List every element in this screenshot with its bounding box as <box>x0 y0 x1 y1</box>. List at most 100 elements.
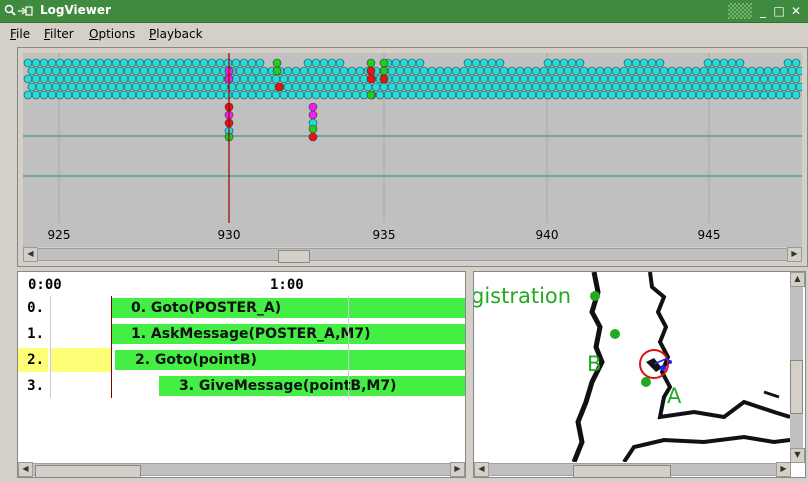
event-dot[interactable] <box>223 58 233 68</box>
event-dot[interactable] <box>55 90 65 100</box>
event-dot[interactable] <box>663 90 673 100</box>
waypoint[interactable] <box>641 377 651 387</box>
event-dot[interactable] <box>331 66 341 76</box>
event-dot[interactable] <box>611 82 621 92</box>
event-dot[interactable] <box>207 90 217 100</box>
scroll-right-arrow-icon[interactable]: ▶ <box>787 247 802 262</box>
event-dot[interactable] <box>391 90 401 100</box>
event-dot[interactable] <box>575 74 585 84</box>
event-dot[interactable] <box>759 74 769 84</box>
event-dot[interactable] <box>87 74 97 84</box>
scroll-thumb[interactable] <box>35 465 141 478</box>
event-dot[interactable] <box>259 66 269 76</box>
event-dot[interactable] <box>531 82 541 92</box>
event-dot[interactable] <box>679 90 689 100</box>
event-dot[interactable] <box>143 58 153 68</box>
event-dot[interactable] <box>415 58 425 68</box>
event-dot[interactable] <box>511 90 521 100</box>
event-dot[interactable] <box>335 58 345 68</box>
event-dot[interactable] <box>755 66 765 76</box>
event-dot[interactable] <box>607 90 617 100</box>
event-dot[interactable] <box>691 82 701 92</box>
event-dot[interactable] <box>191 58 201 68</box>
event-dot[interactable] <box>135 58 145 68</box>
event-dot[interactable] <box>727 58 737 68</box>
event-dot[interactable] <box>59 82 69 92</box>
event-dot[interactable] <box>583 74 593 84</box>
event-dot[interactable] <box>159 74 169 84</box>
event-dot[interactable] <box>111 74 121 84</box>
event-dot[interactable] <box>351 74 361 84</box>
event-dot[interactable] <box>583 90 593 100</box>
event-dot[interactable] <box>443 66 453 76</box>
event-dot[interactable] <box>291 82 301 92</box>
scroll-down-arrow-icon[interactable]: ▼ <box>790 448 805 463</box>
task-row[interactable]: 0. 0. Goto(POSTER_A) <box>18 296 465 320</box>
event-dot[interactable] <box>667 82 677 92</box>
event-dot[interactable] <box>791 74 801 84</box>
timeline-scrollbar[interactable]: ◀ ▶ <box>23 247 802 263</box>
event-dot[interactable] <box>787 82 797 92</box>
event-dot[interactable] <box>71 74 81 84</box>
event-dot[interactable] <box>27 66 37 76</box>
event-dot[interactable] <box>315 82 325 92</box>
event-dot[interactable] <box>311 90 321 100</box>
event-dot[interactable] <box>519 74 529 84</box>
event-dot[interactable] <box>551 58 561 68</box>
event-dot[interactable] <box>308 132 318 142</box>
event-dot[interactable] <box>47 90 57 100</box>
event-dot[interactable] <box>695 74 705 84</box>
event-dot[interactable] <box>795 82 802 92</box>
event-dot[interactable] <box>308 124 318 134</box>
event-dot[interactable] <box>379 58 389 68</box>
event-dot[interactable] <box>411 66 421 76</box>
event-dot[interactable] <box>67 82 77 92</box>
event-dot[interactable] <box>727 90 737 100</box>
event-dot[interactable] <box>323 66 333 76</box>
event-dot[interactable] <box>619 66 629 76</box>
event-dot[interactable] <box>743 74 753 84</box>
event-dot[interactable] <box>243 66 253 76</box>
event-dot[interactable] <box>431 90 441 100</box>
event-dot[interactable] <box>407 90 417 100</box>
event-dot[interactable] <box>603 66 613 76</box>
event-dot[interactable] <box>231 58 241 68</box>
event-dot[interactable] <box>371 82 381 92</box>
event-dot[interactable] <box>355 66 365 76</box>
event-dot[interactable] <box>715 82 725 92</box>
event-timeline[interactable]: 925 930 935 940 945 <box>23 53 802 248</box>
scroll-up-arrow-icon[interactable]: ▲ <box>790 272 805 287</box>
event-dot[interactable] <box>495 58 505 68</box>
event-dot[interactable] <box>167 74 177 84</box>
event-dot[interactable] <box>159 90 169 100</box>
event-dot[interactable] <box>627 82 637 92</box>
menu-options[interactable]: Options <box>89 27 135 41</box>
scroll-left-arrow-icon[interactable]: ◀ <box>23 247 38 262</box>
event-dot[interactable] <box>635 66 645 76</box>
event-dot[interactable] <box>431 74 441 84</box>
event-dot[interactable] <box>719 58 729 68</box>
event-dot[interactable] <box>51 66 61 76</box>
event-dot[interactable] <box>555 82 565 92</box>
event-dot[interactable] <box>419 66 429 76</box>
event-dot[interactable] <box>23 58 33 68</box>
event-dot[interactable] <box>723 82 733 92</box>
event-dot[interactable] <box>107 66 117 76</box>
event-dot[interactable] <box>163 82 173 92</box>
event-dot[interactable] <box>767 90 777 100</box>
event-dot[interactable] <box>251 66 261 76</box>
event-dot[interactable] <box>287 74 297 84</box>
event-dot[interactable] <box>683 82 693 92</box>
event-dot[interactable] <box>783 90 793 100</box>
event-dot[interactable] <box>471 74 481 84</box>
event-dot[interactable] <box>207 58 217 68</box>
event-dot[interactable] <box>719 90 729 100</box>
task-time-cursor[interactable] <box>111 296 112 398</box>
scroll-right-arrow-icon[interactable]: ▶ <box>450 462 465 477</box>
event-dot[interactable] <box>659 66 669 76</box>
event-dot[interactable] <box>791 90 801 100</box>
event-dot[interactable] <box>695 90 705 100</box>
event-dot[interactable] <box>559 90 569 100</box>
event-dot[interactable] <box>535 90 545 100</box>
event-dot[interactable] <box>623 74 633 84</box>
